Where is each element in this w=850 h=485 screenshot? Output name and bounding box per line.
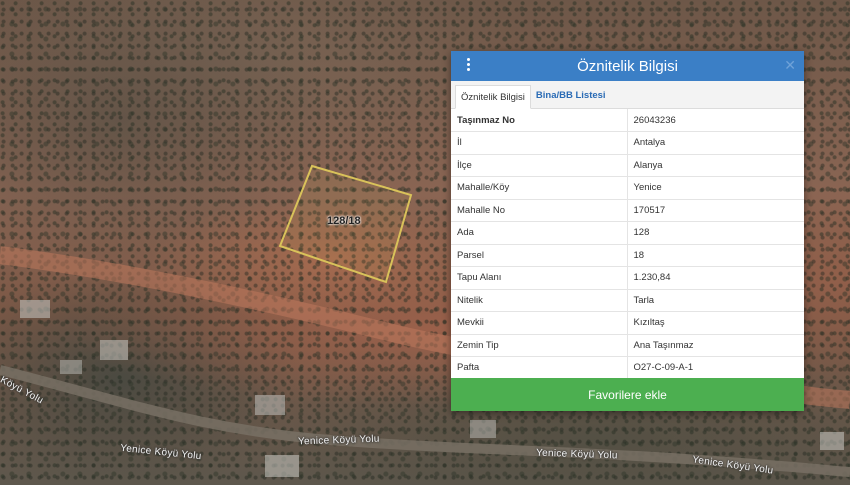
table-row: İl Antalya <box>451 131 804 155</box>
table-row: Parsel 18 <box>451 244 804 267</box>
parcel-label: 128/18 <box>327 215 361 227</box>
row-value: Ana Taşınmaz <box>627 334 804 357</box>
table-row: Ada 128 <box>451 221 804 245</box>
tab-attribute-info[interactable]: Öznitelik Bilgisi <box>455 85 531 109</box>
row-value: 170517 <box>627 199 804 222</box>
row-key: Zemin Tip <box>451 334 628 357</box>
row-key: Mahalle No <box>451 199 628 222</box>
row-value: Tarla <box>627 289 804 312</box>
row-key: Parsel <box>451 244 628 267</box>
add-to-favorites-button[interactable]: Favorilere ekle <box>451 378 804 411</box>
building <box>20 300 50 318</box>
table-row: Taşınmaz No 26043236 <box>451 109 804 132</box>
row-key: Ada <box>451 221 628 245</box>
building <box>470 420 496 438</box>
row-value: 18 <box>627 244 804 267</box>
row-value: 128 <box>627 221 804 245</box>
row-value: Kızıltaş <box>627 311 804 335</box>
panel-title: Öznitelik Bilgisi <box>577 57 678 75</box>
row-key: Mahalle/Köy <box>451 176 628 200</box>
table-row: Nitelik Tarla <box>451 289 804 312</box>
table-row: Mahalle/Köy Yenice <box>451 176 804 200</box>
close-icon[interactable]: ✕ <box>784 57 796 74</box>
table-row: Mahalle No 170517 <box>451 199 804 222</box>
row-key: Mevkii <box>451 311 628 335</box>
tab-building-list[interactable]: Bina/BB Listesi <box>531 84 611 108</box>
table-row: Pafta O27-C-09-A-1 <box>451 356 804 380</box>
row-key: Tapu Alanı <box>451 266 628 290</box>
building <box>820 432 844 450</box>
row-value: 1.230,84 <box>627 266 804 290</box>
table-row: Tapu Alanı 1.230,84 <box>451 266 804 290</box>
attribute-table: Taşınmaz No 26043236 İl Antalya İlçe Ala… <box>451 109 804 380</box>
attribute-panel: Öznitelik Bilgisi ✕ Öznitelik Bilgisi Bi… <box>451 51 804 411</box>
building <box>255 395 285 415</box>
building <box>265 455 299 477</box>
row-value: Alanya <box>627 154 804 177</box>
row-key: Taşınmaz No <box>451 109 628 132</box>
row-value: 26043236 <box>627 109 804 132</box>
table-row: İlçe Alanya <box>451 154 804 177</box>
row-key: İl <box>451 131 628 155</box>
table-row: Zemin Tip Ana Taşınmaz <box>451 334 804 357</box>
row-key: İlçe <box>451 154 628 177</box>
row-value: Antalya <box>627 131 804 155</box>
building <box>100 340 128 360</box>
row-value: O27-C-09-A-1 <box>627 356 804 380</box>
row-key: Pafta <box>451 356 628 380</box>
row-value: Yenice <box>627 176 804 200</box>
row-key: Nitelik <box>451 289 628 312</box>
building <box>60 360 82 374</box>
tab-bar: Öznitelik Bilgisi Bina/BB Listesi <box>451 81 804 109</box>
table-row: Mevkii Kızıltaş <box>451 311 804 335</box>
vertical-dots-icon[interactable] <box>464 58 472 74</box>
panel-header: Öznitelik Bilgisi ✕ <box>451 51 804 81</box>
